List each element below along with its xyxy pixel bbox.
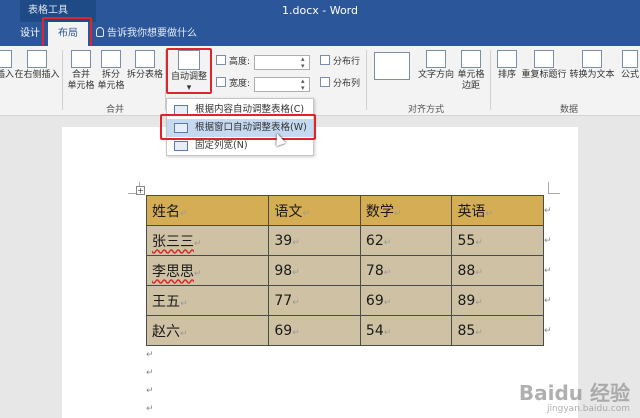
formula-button[interactable]: 公式 bbox=[618, 50, 640, 81]
table-cell[interactable]: 39↵ bbox=[268, 225, 361, 256]
table-cell[interactable]: 85↵ bbox=[451, 315, 544, 346]
width-spinner[interactable] bbox=[254, 77, 310, 92]
table-row: 王五↵ 77↵ 69↵ 89↵ bbox=[145, 285, 544, 316]
convert-to-text-button[interactable]: 转换为文本 bbox=[567, 50, 617, 81]
table-cell[interactable]: 张三三↵ bbox=[145, 225, 270, 256]
text-direction-button[interactable]: 文字方向 bbox=[416, 50, 456, 81]
table-cell[interactable]: 89↵ bbox=[451, 285, 544, 316]
split-table-button[interactable]: 拆分表格 bbox=[127, 50, 163, 81]
row-end-mark: ↵ bbox=[544, 236, 552, 246]
highlight-autofit-button bbox=[166, 48, 212, 94]
table-cell[interactable]: 77↵ bbox=[268, 285, 361, 316]
table-cell[interactable]: 62↵ bbox=[359, 225, 453, 256]
table-cell[interactable]: 98↵ bbox=[268, 255, 361, 286]
grade-table[interactable]: 姓名↵ 语文↵ 数学↵ 英语↵ 张三三↵ 39↵ 62↵ 55↵ 李思思↵ 98… bbox=[145, 195, 544, 346]
formula-icon bbox=[622, 50, 638, 68]
distribute-rows-button[interactable]: 分布行 bbox=[320, 55, 360, 69]
paragraph-mark: ↵ bbox=[146, 350, 154, 360]
distribute-columns-button[interactable]: 分布列 bbox=[320, 77, 360, 91]
split-cells-icon bbox=[101, 50, 121, 68]
width-label: 宽度: bbox=[216, 77, 250, 91]
insert-right-button[interactable]: 在右侧插入 bbox=[14, 50, 60, 81]
group-label-alignment: 对齐方式 bbox=[408, 105, 445, 115]
paragraph-mark: ↵ bbox=[146, 368, 154, 378]
title-bar: 表格工具 1.docx - Word bbox=[0, 0, 640, 22]
table-header-row: 姓名↵ 语文↵ 数学↵ 英语↵ bbox=[145, 195, 544, 226]
group-label-data: 数据 bbox=[560, 105, 579, 115]
convert-to-text-icon bbox=[582, 50, 602, 68]
cell-margins-button[interactable]: 单元格 边距 bbox=[456, 50, 486, 92]
tab-design[interactable]: 设计 bbox=[16, 22, 44, 46]
distribute-columns-icon bbox=[320, 77, 330, 87]
lightbulb-icon bbox=[96, 27, 104, 37]
watermark-url: jingyan.baidu.com bbox=[546, 404, 630, 414]
table-row: 赵六↵ 69↵ 54↵ 85↵ bbox=[145, 315, 544, 346]
table-header-cell[interactable]: 数学↵ bbox=[359, 195, 453, 226]
sort-button[interactable]: 排序 bbox=[494, 50, 520, 81]
split-cells-button[interactable]: 拆分 单元格 bbox=[96, 50, 126, 92]
table-cell[interactable]: 88↵ bbox=[451, 255, 544, 286]
table-cell[interactable]: 王五↵ bbox=[145, 285, 270, 316]
row-end-mark: ↵ bbox=[544, 266, 552, 276]
insert-left-icon bbox=[0, 50, 12, 68]
table-cell[interactable]: 赵六↵ bbox=[145, 315, 270, 346]
table-header-cell[interactable]: 语文↵ bbox=[268, 195, 361, 226]
sort-icon bbox=[497, 50, 517, 68]
row-end-mark: ↵ bbox=[544, 296, 552, 306]
table-cell[interactable]: 李思思↵ bbox=[145, 255, 270, 286]
merge-cells-button[interactable]: 合并 单元格 bbox=[66, 50, 96, 92]
row-end-mark: ↵ bbox=[544, 326, 552, 336]
tell-me-text: 告诉我你想要做什么 bbox=[107, 28, 197, 39]
ribbon: 插入 在右侧插入 合并单元格 拆分单元格 拆分表格 合并 自动调整▾ 高度: 宽… bbox=[0, 46, 640, 116]
height-spinner[interactable] bbox=[254, 55, 310, 70]
ribbon-tab-row: 设计 布局 告诉我你想要做什么 bbox=[0, 22, 640, 46]
table-header-cell[interactable]: 姓名↵ bbox=[145, 195, 270, 226]
height-label: 高度: bbox=[216, 55, 250, 69]
distribute-rows-icon bbox=[320, 55, 330, 65]
table-cell[interactable]: 69↵ bbox=[268, 315, 361, 346]
highlight-autofit-window-item bbox=[160, 114, 316, 140]
paragraph-mark: ↵ bbox=[146, 404, 154, 414]
fixed-column-width-icon bbox=[174, 141, 188, 151]
table-move-handle-icon[interactable]: + bbox=[136, 186, 145, 195]
table-row: 李思思↵ 98↵ 78↵ 88↵ bbox=[145, 255, 544, 286]
merge-cells-icon bbox=[71, 50, 91, 68]
group-label-merge: 合并 bbox=[106, 105, 125, 115]
table-cell[interactable]: 69↵ bbox=[359, 285, 453, 316]
group-separator bbox=[490, 50, 491, 110]
watermark: Baidu 经验 jingyan.baidu.com bbox=[519, 382, 630, 414]
group-separator bbox=[366, 50, 367, 110]
row-end-mark: ↵ bbox=[544, 206, 552, 216]
table-header-cell[interactable]: 英语↵ bbox=[451, 195, 544, 226]
table-cell[interactable]: 55↵ bbox=[451, 225, 544, 256]
text-direction-icon bbox=[426, 50, 446, 68]
paragraph-mark: ↵ bbox=[146, 386, 154, 396]
table-cell[interactable]: 78↵ bbox=[359, 255, 453, 286]
insert-right-icon bbox=[27, 50, 47, 68]
cell-margins-icon bbox=[461, 50, 481, 68]
alignment-grid-icon bbox=[374, 52, 410, 80]
column-width-icon bbox=[216, 77, 226, 87]
split-table-icon bbox=[135, 50, 155, 68]
repeat-header-rows-button[interactable]: 重复标题行 bbox=[521, 50, 567, 81]
alignment-grid[interactable] bbox=[372, 52, 412, 82]
margin-corner-mark bbox=[548, 182, 560, 194]
watermark-logo: Baidu 经验 bbox=[518, 381, 630, 405]
tell-me-box[interactable]: 告诉我你想要做什么 bbox=[96, 22, 197, 46]
insert-left-button[interactable]: 插入 bbox=[0, 50, 14, 81]
group-separator bbox=[62, 50, 63, 110]
row-height-icon bbox=[216, 55, 226, 65]
repeat-header-icon bbox=[534, 50, 554, 68]
table-row: 张三三↵ 39↵ 62↵ 55↵ bbox=[145, 225, 544, 256]
document-title: 1.docx - Word bbox=[281, 4, 358, 17]
table-cell[interactable]: 54↵ bbox=[359, 315, 453, 346]
